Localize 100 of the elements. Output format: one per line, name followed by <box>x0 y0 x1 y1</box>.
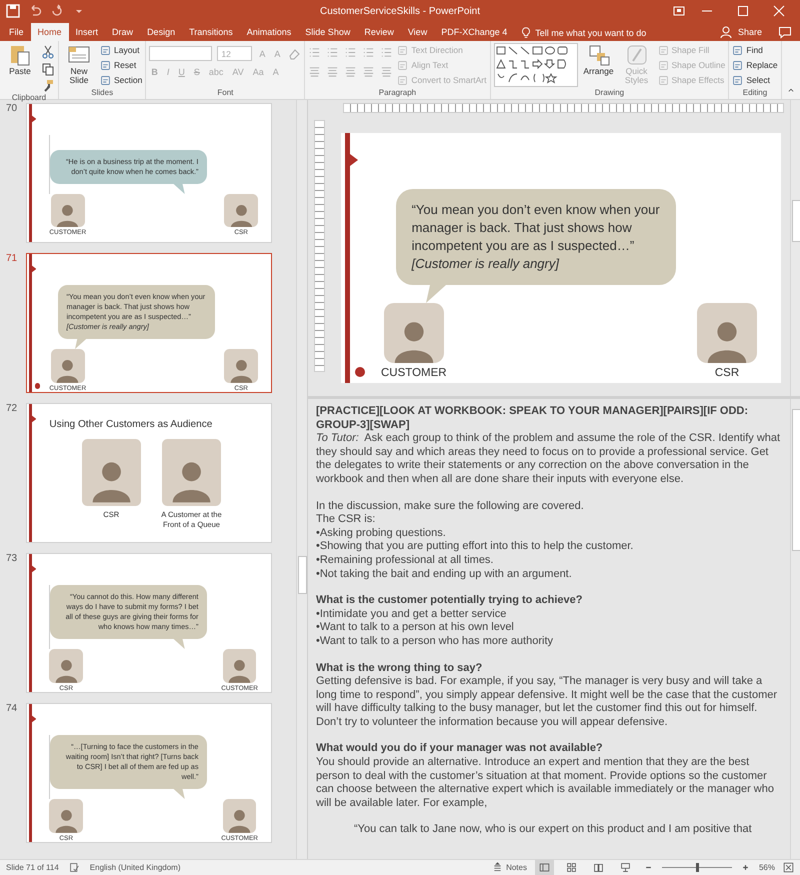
spelling-check-icon[interactable] <box>68 862 80 873</box>
ribbon-tab[interactable]: PDF-XChange 4 <box>434 23 514 41</box>
ribbon-button[interactable]: Replace <box>732 58 778 72</box>
group-label: Font <box>217 88 234 99</box>
notes-button[interactable]: Notes <box>506 863 527 872</box>
square-icon <box>732 60 744 70</box>
window-title: CustomerServiceSkills - PowerPoint <box>320 6 480 16</box>
square-icon <box>658 60 668 70</box>
photo-placeholder <box>384 303 444 364</box>
square-icon <box>658 74 668 86</box>
notes-icon[interactable] <box>492 862 504 873</box>
scissors-icon[interactable] <box>41 45 55 59</box>
copy-icon[interactable] <box>41 62 55 76</box>
ribbon-tab[interactable]: File <box>2 23 31 41</box>
notes-paragraph: “You can talk to Jane now, who is our expert on this product and I am positive that <box>353 823 753 838</box>
screen-icon <box>620 862 631 873</box>
redo-icon[interactable] <box>50 4 64 18</box>
comment-icon[interactable] <box>778 25 792 39</box>
person-icon[interactable] <box>720 25 734 39</box>
square-icon <box>658 44 668 56</box>
square-icon <box>732 44 744 56</box>
square-icon <box>397 74 408 86</box>
save-icon[interactable] <box>6 4 20 18</box>
notes-paragraph: You should provide an alternative. Introduce an expert and mention that they are the best person to deal with the customer’s situation at that moment. Provide options so the customer can choose between the alternative expert which is available immediately or the manager who will be available later. For example, <box>316 756 775 810</box>
grid-icon <box>566 862 577 873</box>
ribbon-tab[interactable]: View <box>400 23 434 41</box>
maximize-icon[interactable] <box>736 4 750 18</box>
slide-number: 72 <box>6 403 18 416</box>
ribbon-button[interactable]: New Slide <box>62 43 96 86</box>
photo-placeholder <box>49 799 83 833</box>
language-label[interactable]: English (United Kingdom) <box>90 863 180 872</box>
share-button[interactable]: Share <box>738 27 762 37</box>
ribbon-tab[interactable]: Design <box>140 23 182 41</box>
triangle-marker <box>350 153 358 167</box>
notes-paragraph: •Showing that you are putting effort into this to help the customer. <box>316 540 634 554</box>
ribbon-tab[interactable]: Animations <box>240 23 298 41</box>
person-label: CUSTOMER <box>381 366 447 379</box>
photo-placeholder <box>162 438 221 506</box>
ribbon-button[interactable]: Section <box>100 73 142 87</box>
notes-heading: What is the customer potentially trying to achieve? <box>316 594 584 608</box>
ribbon-button[interactable]: Select <box>732 73 778 87</box>
square-icon <box>100 44 111 56</box>
zoom-percentage[interactable]: 56% <box>758 863 775 872</box>
vertical-scrollbar[interactable] <box>790 399 800 859</box>
vertical-scrollbar[interactable] <box>296 100 307 859</box>
ribbon-tab[interactable]: Review <box>357 23 401 41</box>
notes-paragraph: •Intimidate you and get a better service <box>316 608 508 622</box>
ribbon-tab[interactable]: Slide Show <box>298 23 358 41</box>
slide-title: Using Other Customers as Audience <box>49 419 214 430</box>
notes-paragraph: Getting defensive is bad. For example, if you say, “The manager is very busy and will take a long time to respond”, you simply appear defensive. It might well be the case that the customer will have difficulty talking to the busy manager, but let the customer find this out for himself. Don’t try to volunteer the information because you will appear defensive. <box>316 675 778 730</box>
normal-view-icon <box>538 862 550 873</box>
photo-placeholder <box>697 303 757 364</box>
ribbon-button[interactable]: Arrange <box>582 43 616 76</box>
notes-paragraph: •Asking probing questions. <box>316 526 447 540</box>
stage-direction: [Customer is really angry] <box>412 255 560 274</box>
group-label: Clipboard <box>12 93 46 104</box>
group-label: Editing <box>742 88 768 99</box>
book-icon <box>592 862 604 873</box>
view-button[interactable] <box>534 860 554 875</box>
triangle-marker <box>32 715 36 724</box>
slide-number: 70 <box>6 103 18 116</box>
notes-paragraph: •Not taking the bait and ending up with an argument. <box>316 568 573 582</box>
vertical-scrollbar[interactable] <box>790 100 800 396</box>
slide-number: 74 <box>6 703 18 716</box>
ribbon-tab[interactable]: Transitions <box>182 23 240 41</box>
photo-placeholder <box>222 799 256 833</box>
notes-heading: What would you do if your manager was not available? <box>316 742 604 756</box>
photo-placeholder <box>50 349 85 383</box>
close-icon[interactable] <box>772 4 786 18</box>
slide-number: 73 <box>6 553 18 566</box>
font-name-field[interactable] <box>149 46 212 61</box>
group-label: Drawing <box>594 88 624 99</box>
photo-placeholder <box>49 649 83 683</box>
ribbon-button[interactable]: Layout <box>100 43 142 57</box>
person-label: CSR <box>714 366 740 379</box>
shape-gallery[interactable] <box>494 43 578 87</box>
ribbon-tab[interactable]: Home <box>30 23 69 41</box>
photo-placeholder <box>50 194 85 228</box>
photo-placeholder <box>224 349 258 383</box>
ribbon-tab[interactable]: Insert <box>68 23 106 41</box>
ribbon-tab[interactable]: Draw <box>105 23 140 41</box>
zoom-slider-thumb[interactable] <box>696 863 699 872</box>
lightbulb-icon[interactable] <box>520 27 532 39</box>
group-label: Slides <box>91 88 114 99</box>
ribbon-display-icon[interactable] <box>672 4 686 18</box>
photo-placeholder <box>224 194 258 228</box>
ribbon-button[interactable]: Reset <box>100 58 142 72</box>
triangle-marker <box>32 265 36 274</box>
notes-paragraph: •Want to talk to a person who has more authority <box>316 634 554 648</box>
tell-me-field[interactable]: Tell me what you want to do <box>535 25 670 41</box>
triangle-marker <box>32 565 36 574</box>
ribbon-button[interactable]: Paste <box>3 43 37 76</box>
notes-paragraph: In the discussion, make sure the following are covered. <box>316 500 585 514</box>
fit-to-window-icon[interactable] <box>783 862 794 873</box>
group-label: Paragraph <box>378 88 416 99</box>
notes-paragraph: •Want to talk to a person at his own level <box>316 621 515 635</box>
notes-heading: What is the wrong thing to say? <box>316 662 484 676</box>
slide-counter: Slide 71 of 114 <box>6 863 59 872</box>
square-icon <box>732 74 744 86</box>
ribbon-button[interactable]: Find <box>732 43 778 57</box>
